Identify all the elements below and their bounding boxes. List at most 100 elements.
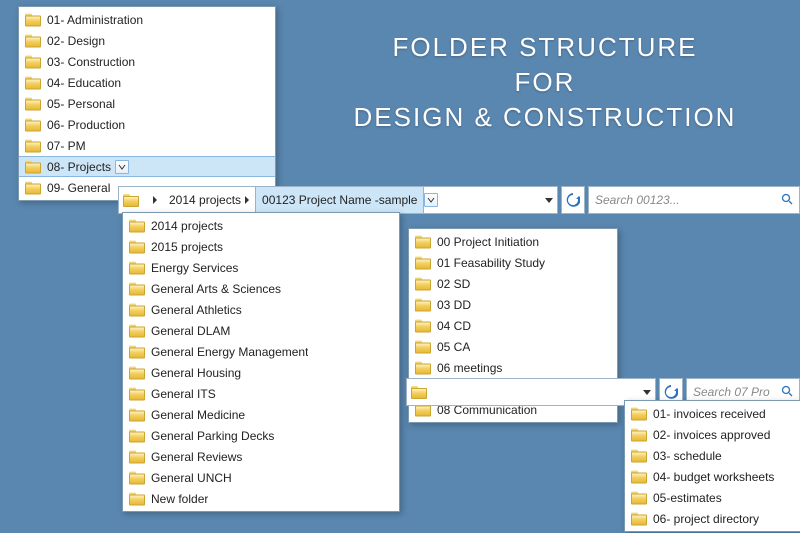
folder-list-pm: 01- invoices received 02- invoices approv… bbox=[625, 401, 800, 531]
folder-label: General UNCH bbox=[151, 471, 232, 485]
folder-row[interactable]: 06 meetings bbox=[409, 357, 617, 378]
folder-icon bbox=[25, 55, 41, 68]
folder-icon bbox=[415, 298, 431, 311]
folder-row[interactable]: 02- invoices approved bbox=[625, 424, 800, 445]
breadcrumb-bar[interactable] bbox=[406, 378, 656, 406]
folder-label: 02- Design bbox=[47, 34, 105, 48]
folder-row[interactable]: General Medicine bbox=[123, 404, 399, 425]
folder-label: 08- Projects bbox=[47, 160, 111, 174]
folder-label: General ITS bbox=[151, 387, 216, 401]
folder-row[interactable]: New folder bbox=[123, 488, 399, 509]
folder-label: 01 Feasability Study bbox=[437, 256, 545, 270]
folder-row[interactable]: General Arts & Sciences bbox=[123, 278, 399, 299]
breadcrumb-seg[interactable] bbox=[143, 187, 163, 213]
search-icon bbox=[781, 193, 793, 208]
folder-row[interactable]: General Housing bbox=[123, 362, 399, 383]
folder-icon bbox=[129, 450, 145, 463]
folder-row-selected[interactable]: 08- Projects bbox=[19, 156, 275, 177]
folder-row[interactable]: 06- project directory bbox=[625, 508, 800, 529]
folder-icon bbox=[129, 240, 145, 253]
folder-row[interactable]: 04 CD bbox=[409, 315, 617, 336]
breadcrumb-seg-selected[interactable]: 00123 Project Name -sample bbox=[255, 187, 424, 213]
folder-row[interactable]: 06- Production bbox=[19, 114, 275, 135]
folder-icon bbox=[415, 256, 431, 269]
folder-icon bbox=[25, 34, 41, 47]
folder-row[interactable]: 2015 projects bbox=[123, 236, 399, 257]
folder-label: 00 Project Initiation bbox=[437, 235, 539, 249]
breadcrumb-label: 2014 projects bbox=[169, 193, 241, 207]
breadcrumb-dropdown-button[interactable] bbox=[424, 193, 438, 207]
folder-icon bbox=[25, 139, 41, 152]
folder-label: 02- invoices approved bbox=[653, 428, 770, 442]
folder-row[interactable]: Energy Services bbox=[123, 257, 399, 278]
folder-row[interactable]: General Reviews bbox=[123, 446, 399, 467]
search-input[interactable]: Search 00123... bbox=[588, 186, 800, 214]
folder-icon bbox=[129, 492, 145, 505]
folder-icon bbox=[129, 324, 145, 337]
search-icon bbox=[781, 385, 793, 400]
folder-label: 01- invoices received bbox=[653, 407, 766, 421]
folder-label: General DLAM bbox=[151, 324, 230, 338]
breadcrumb-label: 00123 Project Name -sample bbox=[262, 193, 417, 207]
folder-label: 2014 projects bbox=[151, 219, 223, 233]
folder-row[interactable]: 02- Design bbox=[19, 30, 275, 51]
chevron-right-icon bbox=[153, 196, 157, 204]
folder-row[interactable]: 04- Education bbox=[19, 72, 275, 93]
folder-row[interactable]: 03- schedule bbox=[625, 445, 800, 466]
folder-row[interactable]: General Athletics bbox=[123, 299, 399, 320]
folder-icon bbox=[631, 428, 647, 441]
folder-row[interactable]: 03 DD bbox=[409, 294, 617, 315]
folder-label: 2015 projects bbox=[151, 240, 223, 254]
breadcrumb-bar[interactable]: 2014 projects 00123 Project Name -sample bbox=[118, 186, 558, 214]
folder-row[interactable]: 01- invoices received bbox=[625, 403, 800, 424]
folder-row[interactable]: 2014 projects bbox=[123, 215, 399, 236]
folder-row[interactable]: 07- PM bbox=[19, 135, 275, 156]
folder-row[interactable]: General ITS bbox=[123, 383, 399, 404]
folder-icon bbox=[129, 387, 145, 400]
folder-row[interactable]: 05 CA bbox=[409, 336, 617, 357]
folder-row[interactable]: 00 Project Initiation bbox=[409, 231, 617, 252]
folder-label: General Housing bbox=[151, 366, 241, 380]
folder-row[interactable]: General DLAM bbox=[123, 320, 399, 341]
folder-icon bbox=[415, 235, 431, 248]
title-line-1: FOLDER STRUCTURE bbox=[320, 30, 770, 65]
folder-label: 06- Production bbox=[47, 118, 125, 132]
folder-label: General Energy Management bbox=[151, 345, 308, 359]
folder-row[interactable]: General Energy Management bbox=[123, 341, 399, 362]
page-title: FOLDER STRUCTURE FOR DESIGN & CONSTRUCTI… bbox=[320, 30, 770, 135]
folder-icon bbox=[129, 282, 145, 295]
breadcrumb-seg[interactable]: 2014 projects bbox=[163, 187, 255, 213]
chevron-down-icon[interactable] bbox=[643, 390, 651, 395]
folder-icon bbox=[129, 366, 145, 379]
chevron-down-icon[interactable] bbox=[545, 198, 553, 203]
folder-row[interactable]: 03- Construction bbox=[19, 51, 275, 72]
row-dropdown-button[interactable] bbox=[115, 160, 129, 174]
folder-row[interactable]: General Parking Decks bbox=[123, 425, 399, 446]
address-bar-projects: 2014 projects 00123 Project Name -sample… bbox=[118, 186, 800, 214]
refresh-button[interactable] bbox=[561, 186, 585, 214]
folder-icon bbox=[25, 97, 41, 110]
folder-row[interactable]: 01 Feasability Study bbox=[409, 252, 617, 273]
folder-row[interactable]: General UNCH bbox=[123, 467, 399, 488]
folder-label: General Reviews bbox=[151, 450, 242, 464]
folder-label: Energy Services bbox=[151, 261, 238, 275]
folder-label: General Athletics bbox=[151, 303, 242, 317]
folder-row[interactable]: 04- budget worksheets bbox=[625, 466, 800, 487]
folder-panel-root: 01- Administration 02- Design 03- Construc… bbox=[18, 6, 276, 201]
folder-row[interactable]: 05-estimates bbox=[625, 487, 800, 508]
folder-icon bbox=[415, 361, 431, 374]
breadcrumb-tail bbox=[545, 198, 557, 203]
folder-label: 04- budget worksheets bbox=[653, 470, 774, 484]
folder-panel-projects: 2014 projects 2015 projects Energy Service… bbox=[122, 212, 400, 512]
folder-icon bbox=[129, 303, 145, 316]
folder-icon bbox=[631, 512, 647, 525]
folder-label: 05 CA bbox=[437, 340, 470, 354]
folder-label: 02 SD bbox=[437, 277, 470, 291]
folder-row[interactable]: 01- Administration bbox=[19, 9, 275, 30]
folder-row[interactable]: 02 SD bbox=[409, 273, 617, 294]
folder-label: 05- Personal bbox=[47, 97, 115, 111]
folder-icon bbox=[129, 471, 145, 484]
title-line-3: DESIGN & CONSTRUCTION bbox=[320, 100, 770, 135]
folder-row[interactable]: 05- Personal bbox=[19, 93, 275, 114]
folder-icon bbox=[631, 449, 647, 462]
